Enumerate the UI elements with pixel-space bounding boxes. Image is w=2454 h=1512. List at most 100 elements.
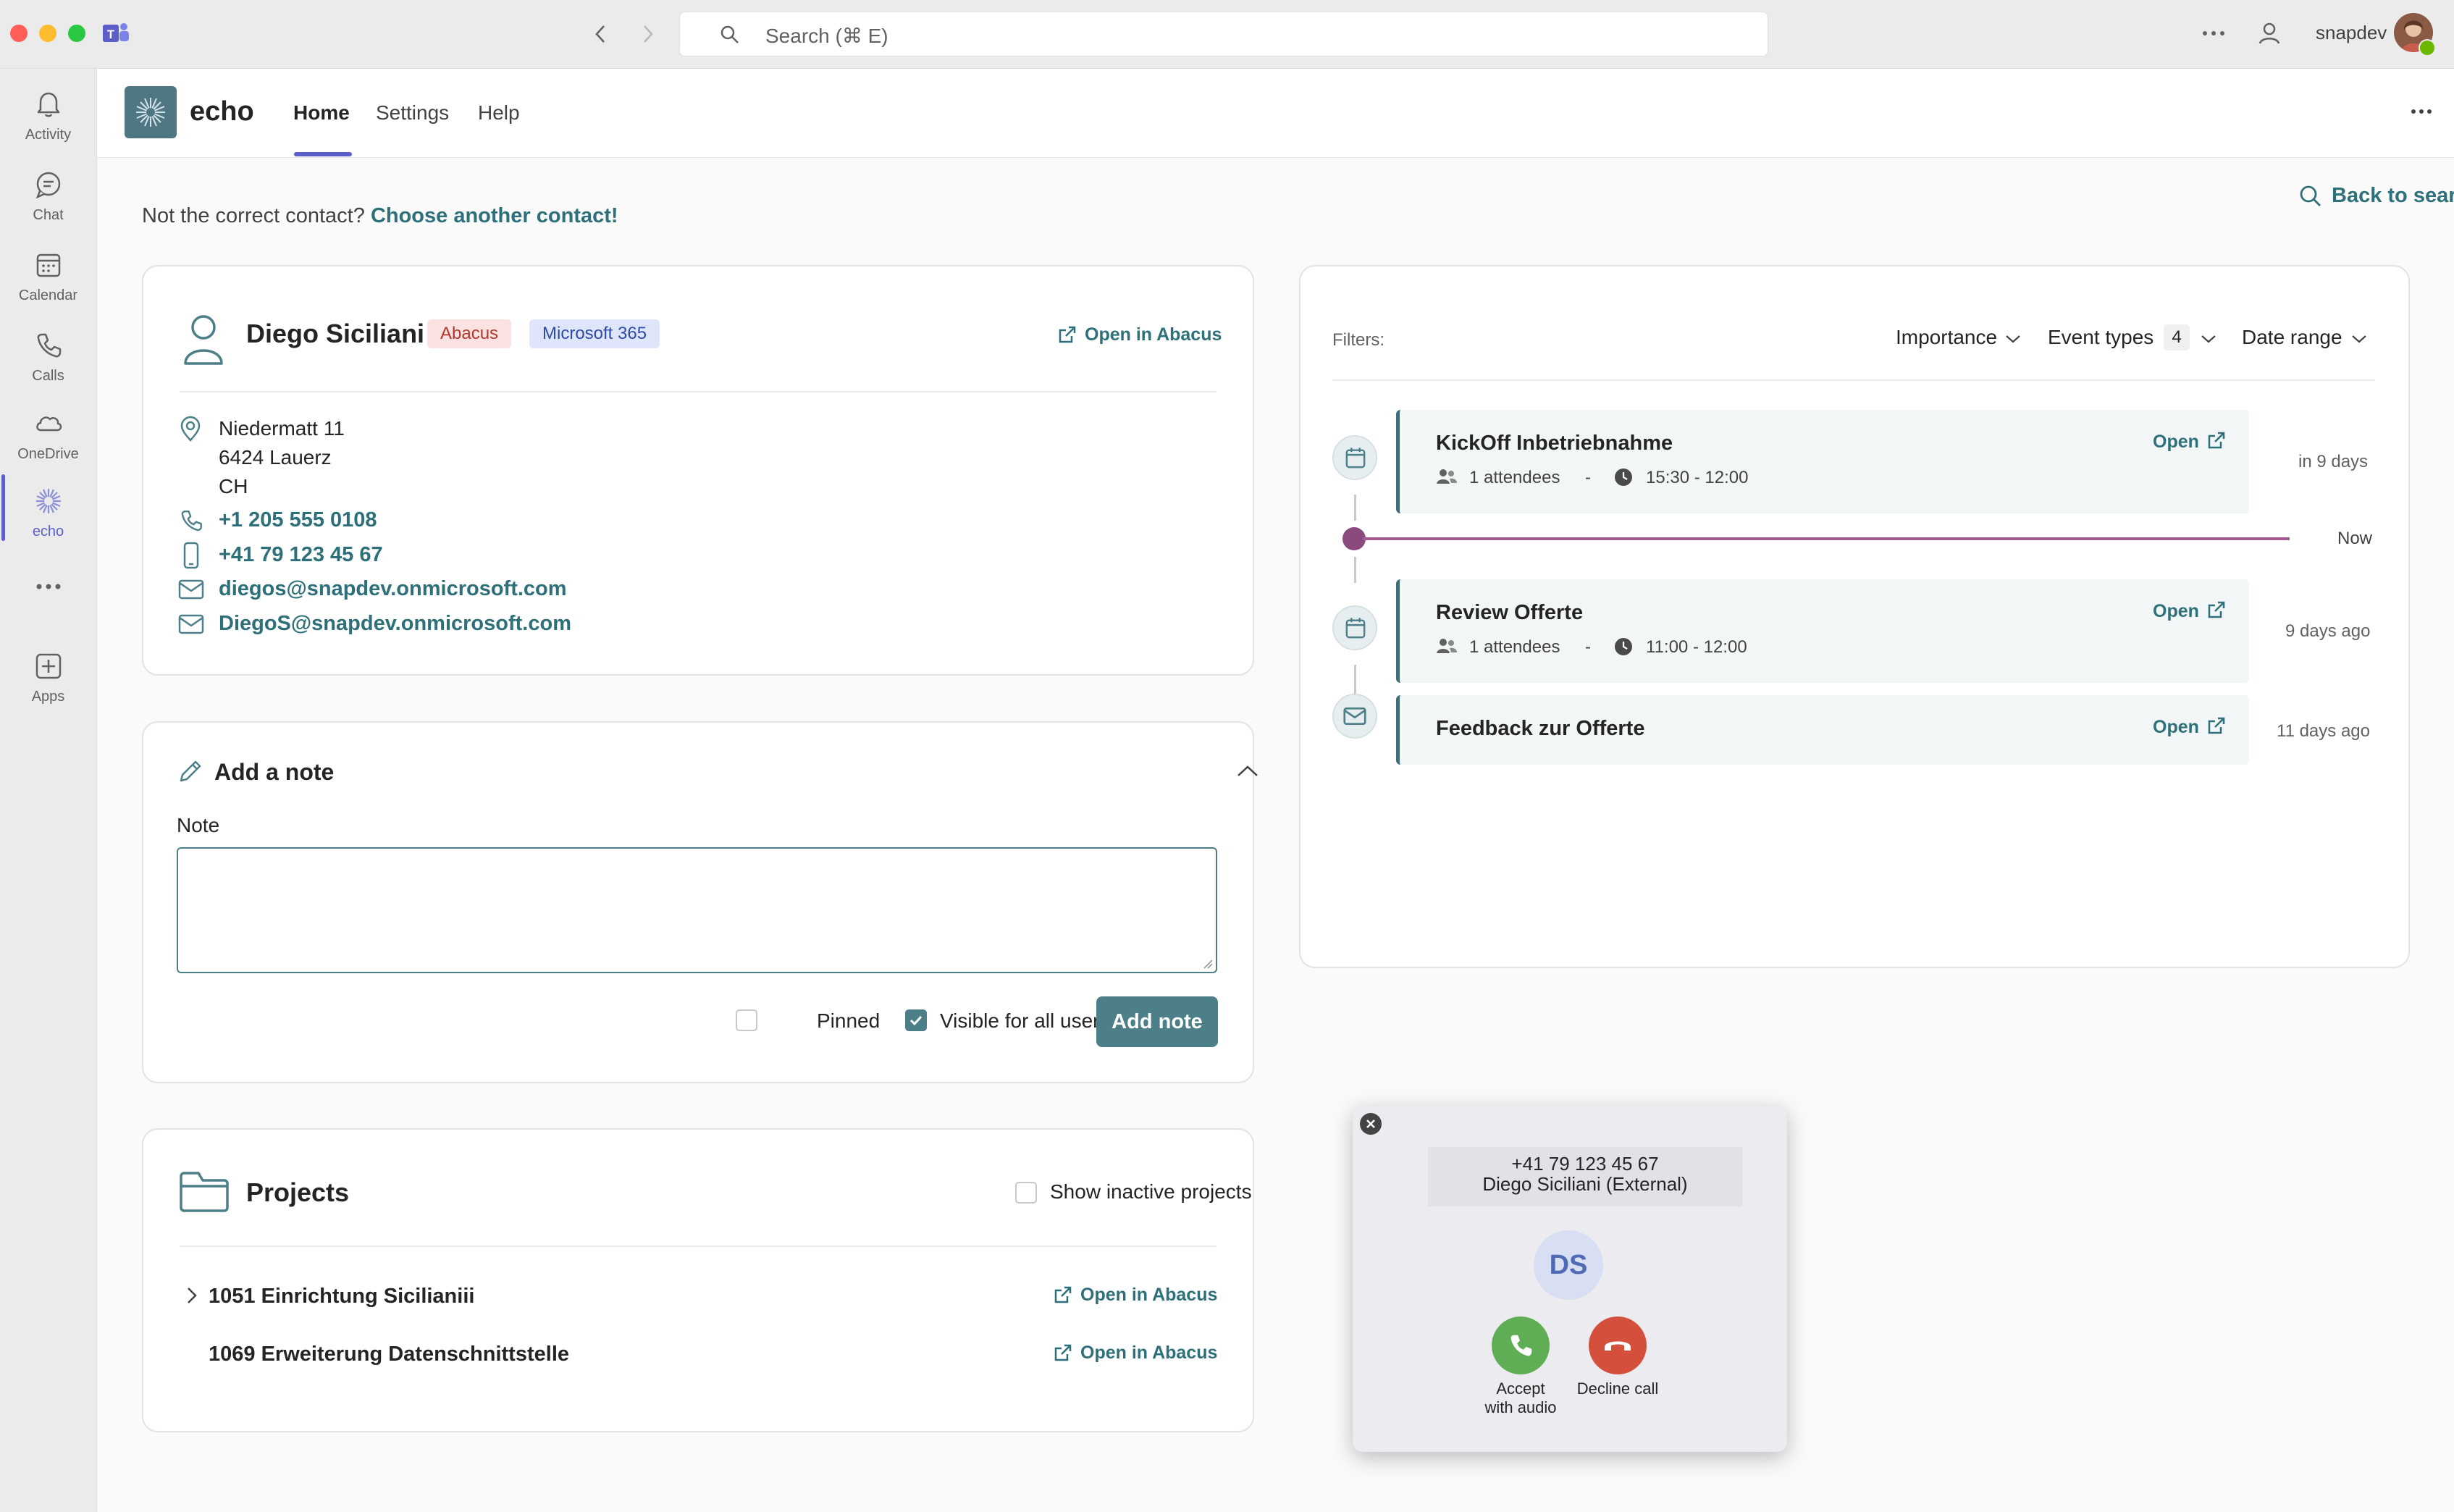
note-textarea[interactable] — [177, 847, 1217, 973]
rail-item-apps[interactable]: Apps — [0, 641, 96, 713]
event-open-label: Open — [2153, 717, 2199, 737]
show-inactive-checkbox[interactable] — [1015, 1182, 1037, 1204]
app-name: echo — [190, 96, 254, 127]
event-separator: - — [1585, 637, 1591, 657]
add-note-card: Add a note Note Pinned Visible for all u… — [142, 721, 1258, 1083]
app-more-options-icon[interactable] — [2410, 106, 2433, 117]
location-icon — [178, 416, 203, 442]
visible-all-users-label: Visible for all users — [940, 1009, 1110, 1032]
forward-arrow-icon[interactable] — [639, 23, 656, 45]
projects-card: Projects Show inactive projects 1051 Ein… — [142, 1128, 1254, 1432]
importance-filter-dropdown[interactable]: Importance — [1896, 326, 2020, 355]
badge-microsoft-365: Microsoft 365 — [529, 319, 660, 348]
rail-item-chat[interactable]: Chat — [0, 159, 96, 232]
org-profile-icon[interactable] — [2256, 20, 2282, 46]
event-title: KickOff Inbetriebnahme — [1436, 432, 1673, 455]
filters-label: Filters: — [1332, 330, 1384, 350]
chevron-up-icon[interactable] — [1235, 763, 1260, 779]
event-types-filter-label: Event types — [2048, 326, 2154, 348]
zoom-window-button[interactable] — [68, 25, 85, 42]
more-apps-icon[interactable] — [35, 581, 62, 592]
project-row[interactable]: 1069 Erweiterung Datenschnittstelle Open… — [178, 1340, 1221, 1376]
accept-caption-line-2: with audio — [1484, 1398, 1557, 1416]
pinned-label: Pinned — [817, 1009, 881, 1032]
rail-item-activity[interactable]: Activity — [0, 79, 96, 151]
now-label: Now — [2337, 529, 2373, 548]
calendar-icon — [1345, 448, 1366, 469]
calendar-icon — [1345, 618, 1366, 639]
incoming-call-popup: +41 79 123 45 67 Diego Siciliani (Extern… — [1353, 1106, 1787, 1452]
rail-item-calendar[interactable]: Calendar — [0, 240, 96, 312]
external-link-icon — [1053, 1343, 1073, 1363]
mobile-link[interactable]: +41 79 123 45 67 — [219, 543, 383, 567]
visible-all-users-checkbox[interactable] — [905, 1009, 927, 1031]
chevron-right-icon[interactable] — [185, 1285, 198, 1306]
event-open-label: Open — [2153, 601, 2199, 621]
event-types-filter-dropdown[interactable]: Event types 4 — [2048, 324, 2216, 355]
minimize-window-button[interactable] — [39, 25, 56, 42]
mail-icon — [178, 579, 204, 600]
rail-label-calendar: Calendar — [18, 287, 78, 303]
mail-icon — [178, 614, 204, 634]
close-call-popup-icon[interactable] — [1360, 1113, 1382, 1135]
filters-divider — [1332, 379, 2375, 381]
email-link-2[interactable]: DiegoS@snapdev.onmicrosoft.com — [219, 612, 571, 636]
projects-divider — [180, 1246, 1217, 1247]
open-in-abacus-label: Open in Abacus — [1085, 324, 1222, 345]
caller-number: +41 79 123 45 67 — [1511, 1153, 1659, 1175]
project-open-label: Open in Abacus — [1080, 1285, 1218, 1305]
choose-another-contact-link[interactable]: Choose another contact! — [371, 204, 618, 227]
decline-call-button[interactable] — [1589, 1316, 1647, 1374]
tab-home[interactable]: Home — [293, 101, 350, 125]
chevron-down-icon — [2352, 335, 2366, 343]
pinned-checkbox[interactable] — [736, 1009, 757, 1031]
more-options-icon[interactable] — [2201, 25, 2226, 42]
event-attendees: 1 attendees — [1469, 637, 1560, 657]
importance-filter-label: Importance — [1896, 326, 1998, 348]
project-name: 1069 Erweiterung Datenschnittstelle — [209, 1343, 569, 1366]
decline-call-caption: Decline call — [1576, 1379, 1659, 1398]
rail-item-echo[interactable]: echo — [0, 476, 96, 548]
timeline-event-card[interactable]: KickOff Inbetriebnahme 1 attendees - 15:… — [1396, 410, 2249, 513]
rail-item-calls[interactable]: Calls — [0, 320, 96, 392]
chat-icon — [33, 169, 64, 200]
main-content: Not the correct contact? Choose another … — [97, 158, 2454, 1512]
email-link-1[interactable]: diegos@snapdev.onmicrosoft.com — [219, 577, 567, 601]
event-time: 15:30 - 12:00 — [1646, 468, 1749, 487]
phone-link[interactable]: +1 205 555 0108 — [219, 508, 377, 532]
tab-settings[interactable]: Settings — [376, 101, 449, 125]
add-note-button[interactable]: Add note — [1096, 996, 1218, 1047]
pencil-icon — [177, 757, 204, 785]
presence-available-icon — [2419, 39, 2436, 56]
accept-call-button[interactable] — [1492, 1316, 1550, 1374]
external-link-icon — [2208, 432, 2225, 449]
echo-icon — [33, 486, 64, 516]
date-range-filter-dropdown[interactable]: Date range — [2242, 326, 2366, 355]
close-window-button[interactable] — [10, 25, 28, 42]
chevron-down-icon — [2201, 335, 2216, 343]
contact-card: Diego Siciliani Abacus Microsoft 365 Ope… — [142, 265, 1254, 676]
app-rail: Activity Chat Calendar Calls OneDrive ec… — [0, 69, 97, 1512]
rail-item-onedrive[interactable]: OneDrive — [0, 398, 96, 471]
timeline-event-card[interactable]: Review Offerte 1 attendees - 11:00 - 12:… — [1396, 579, 2249, 683]
echo-logo-icon — [125, 86, 177, 138]
show-inactive-label: Show inactive projects — [1050, 1180, 1252, 1203]
tab-help[interactable]: Help — [478, 101, 520, 125]
add-note-title: Add a note — [214, 759, 335, 785]
event-calendar-node — [1332, 435, 1377, 480]
resize-handle-icon[interactable] — [1203, 959, 1213, 969]
add-app-icon — [33, 651, 64, 681]
search-icon — [719, 24, 741, 46]
caller-info: +41 79 123 45 67 Diego Siciliani (Extern… — [1428, 1147, 1742, 1206]
back-arrow-icon[interactable] — [592, 23, 610, 45]
search-input[interactable]: Search (⌘ E) — [679, 12, 1768, 56]
wrong-contact-line: Not the correct contact? Choose another … — [142, 204, 618, 228]
external-link-icon — [2208, 601, 2225, 618]
app-header: echo Home Settings Help — [97, 69, 2454, 158]
project-row[interactable]: 1051 Einrichtung Sicilianiii Open in Aba… — [178, 1282, 1221, 1318]
timeline-event-card[interactable]: Feedback zur Offerte Open — [1396, 695, 2249, 765]
note-label: Note — [177, 814, 220, 836]
rail-label-activity: Activity — [25, 127, 72, 143]
event-title: Review Offerte — [1436, 601, 1584, 624]
username: snapdev — [2316, 22, 2387, 43]
